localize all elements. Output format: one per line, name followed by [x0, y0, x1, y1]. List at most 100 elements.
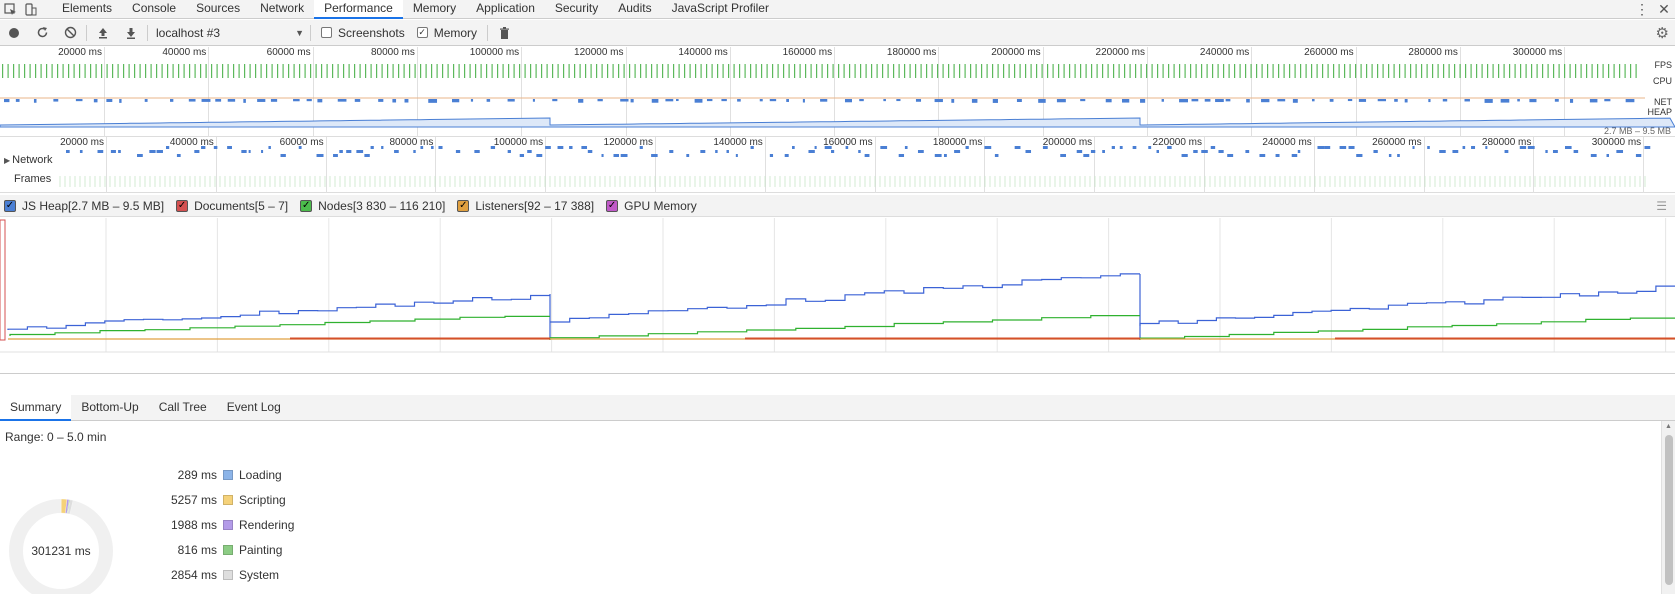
- network-request-bar: [507, 150, 511, 153]
- category-row-system: 2854 ms System: [140, 566, 279, 584]
- tab-elements[interactable]: Elements: [52, 0, 122, 19]
- fps-bar: [887, 64, 889, 78]
- network-request-bar: [261, 150, 264, 153]
- cpu-activity-bar: [188, 99, 196, 102]
- memory-counter-graph[interactable]: [0, 218, 1675, 374]
- fps-bar: [865, 64, 867, 78]
- load-profile-icon[interactable]: [89, 20, 117, 46]
- flame-chart[interactable]: 20000 ms 40000 ms 60000 ms 80000 ms 100000 m…: [0, 137, 1675, 193]
- network-request-bar: [413, 150, 416, 153]
- cpu-activity-bar: [1246, 99, 1250, 103]
- counter-js-heap-checkbox[interactable]: ✓: [4, 199, 16, 212]
- toolbar-divider: [310, 24, 311, 41]
- cpu-activity-bar: [1529, 99, 1537, 103]
- fps-bar: [139, 64, 141, 78]
- fps-bar: [90, 64, 92, 78]
- counter-listeners-checkbox[interactable]: ✓: [457, 199, 470, 212]
- fps-bar: [238, 64, 240, 78]
- tab-summary[interactable]: Summary: [0, 394, 72, 421]
- tab-call-tree[interactable]: Call Tree: [149, 395, 217, 421]
- cpu-activity-bar: [665, 99, 674, 102]
- fps-bar: [508, 64, 510, 78]
- trash-icon[interactable]: [490, 20, 518, 46]
- counter-js-heap[interactable]: ✓ JS Heap[2.7 MB – 9.5 MB]: [4, 199, 164, 213]
- scrollbar-thumb[interactable]: [1665, 435, 1673, 585]
- tab-console[interactable]: Console: [122, 0, 186, 19]
- fps-bar: [172, 64, 174, 78]
- counter-nodes[interactable]: ✓ Nodes[3 830 – 116 210]: [300, 199, 445, 213]
- scroll-up-arrow-icon[interactable]: ▲: [1665, 423, 1672, 430]
- inspect-element-icon[interactable]: [0, 0, 20, 19]
- network-request-bar: [1014, 146, 1021, 149]
- expand-triangle-icon[interactable]: ▶: [4, 156, 10, 165]
- memory-checkbox[interactable]: ✓ Memory: [416, 26, 477, 40]
- tab-bottom-up[interactable]: Bottom-Up: [71, 395, 148, 421]
- screenshots-checkbox-box[interactable]: [321, 27, 332, 38]
- capture-settings-gear-icon[interactable]: ⚙: [1656, 24, 1669, 42]
- fps-bar: [354, 64, 356, 78]
- counter-gpu-memory[interactable]: ✓ GPU Memory: [606, 199, 697, 213]
- category-swatch: [223, 570, 233, 580]
- network-row-label[interactable]: ▶ Network: [4, 154, 53, 166]
- tab-sources[interactable]: Sources: [186, 0, 250, 19]
- more-options-icon[interactable]: ⋮: [1631, 1, 1653, 18]
- fps-bar: [7, 64, 9, 78]
- network-request-bar: [1042, 146, 1048, 149]
- target-select[interactable]: localhost #3 ▼: [150, 23, 308, 43]
- clear-button[interactable]: [56, 20, 84, 46]
- screenshots-checkbox[interactable]: Screenshots: [321, 26, 405, 40]
- fps-bar: [1547, 64, 1549, 78]
- tab-audits[interactable]: Audits: [608, 0, 661, 19]
- counter-nodes-checkbox[interactable]: ✓: [300, 199, 313, 212]
- cpu-activity-bar: [1377, 99, 1387, 102]
- counter-listeners-label: Listeners[92 – 17 388]: [475, 198, 595, 213]
- tab-javascript-profiler[interactable]: JavaScript Profiler: [662, 0, 779, 19]
- counter-listeners[interactable]: ✓ Listeners[92 – 17 388]: [457, 199, 594, 213]
- fps-bar: [1410, 64, 1412, 78]
- memory-checkbox-box[interactable]: ✓: [416, 27, 428, 38]
- screenshots-label: Screenshots: [338, 25, 405, 40]
- fps-bar: [563, 64, 565, 78]
- counter-documents-checkbox[interactable]: ✓: [176, 199, 189, 212]
- tab-memory[interactable]: Memory: [403, 0, 466, 19]
- network-request-bar: [1504, 150, 1509, 153]
- summary-scrollbar[interactable]: ▲: [1661, 421, 1675, 594]
- overview-tracks: [0, 64, 1675, 128]
- close-icon[interactable]: ✕: [1653, 1, 1675, 18]
- fps-bar: [904, 64, 906, 78]
- record-button[interactable]: [0, 20, 28, 46]
- network-request-bar: [601, 154, 604, 157]
- tab-performance[interactable]: Performance: [314, 0, 403, 19]
- tab-event-log[interactable]: Event Log: [217, 395, 291, 421]
- network-request-bar: [268, 146, 271, 149]
- network-request-bar: [569, 146, 573, 149]
- fps-bar: [656, 64, 658, 78]
- cpu-activity-bar: [53, 99, 59, 102]
- tab-security[interactable]: Security: [545, 0, 608, 19]
- fps-bar: [1415, 64, 1417, 78]
- fps-bar: [1250, 64, 1252, 78]
- fps-bar: [1569, 64, 1571, 78]
- device-toolbar-icon[interactable]: [20, 0, 40, 19]
- network-request-bar: [364, 154, 370, 157]
- counter-gpu-memory-checkbox[interactable]: ✓: [606, 199, 619, 212]
- reload-record-button[interactable]: [28, 20, 56, 46]
- counter-documents[interactable]: ✓ Documents[5 – 7]: [176, 199, 288, 213]
- fps-bar: [970, 64, 972, 78]
- fps-bar: [332, 64, 334, 78]
- tab-network[interactable]: Network: [250, 0, 314, 19]
- timeline-overview[interactable]: 20000 ms 40000 ms 60000 ms 80000 ms 100000 m…: [0, 47, 1675, 137]
- category-ms: 816 ms: [177, 543, 217, 557]
- cpu-activity-bar: [915, 99, 922, 102]
- cpu-activity-bar: [1442, 99, 1448, 102]
- fps-bar: [524, 64, 526, 78]
- chevron-down-icon: ▼: [295, 27, 304, 38]
- network-request-bar: [814, 146, 817, 149]
- drag-handle-icon[interactable]: ☰: [1656, 199, 1667, 213]
- save-profile-icon[interactable]: [117, 20, 145, 46]
- panel-splitter[interactable]: [0, 374, 1675, 395]
- category-swatch: [223, 520, 233, 530]
- cpu-activity-bar: [170, 99, 174, 102]
- tab-application[interactable]: Application: [466, 0, 545, 19]
- fps-bar: [986, 64, 988, 78]
